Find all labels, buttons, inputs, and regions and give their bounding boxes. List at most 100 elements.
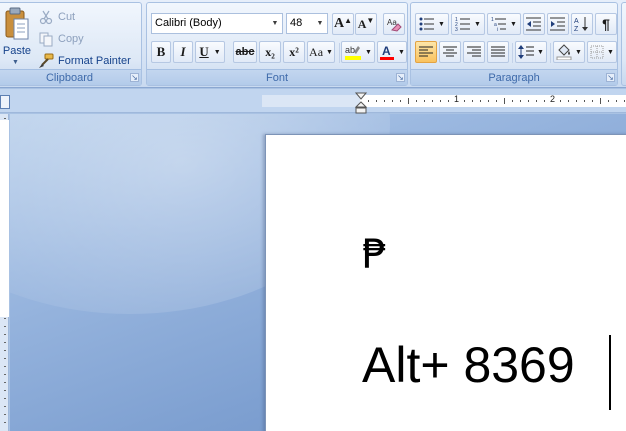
chevron-down-icon[interactable]: ▼ bbox=[214, 49, 221, 56]
align-center-icon bbox=[443, 46, 457, 57]
ruler-tick bbox=[4, 414, 6, 415]
font-group-label: Font bbox=[147, 69, 407, 85]
font-dialog-launcher-icon[interactable]: ↘ bbox=[396, 73, 405, 82]
grow-font-button[interactable]: A ▲ bbox=[332, 13, 354, 35]
decrease-indent-button[interactable] bbox=[523, 13, 545, 35]
copy-icon bbox=[39, 32, 53, 47]
clipboard-dialog-launcher-icon[interactable]: ↘ bbox=[130, 73, 139, 82]
strikethrough-icon: abc bbox=[235, 46, 255, 58]
change-case-icon: Aa bbox=[309, 44, 324, 59]
increase-indent-icon bbox=[550, 17, 565, 31]
line-spacing-button[interactable]: ▼ bbox=[515, 41, 547, 63]
svg-text:i: i bbox=[497, 27, 498, 31]
chevron-down-icon[interactable]: ▼ bbox=[268, 14, 282, 33]
chevron-down-icon[interactable]: ▼ bbox=[537, 49, 544, 56]
justify-icon bbox=[491, 46, 505, 57]
clear-formatting-button[interactable]: Aa bbox=[383, 13, 405, 35]
superscript-icon: x² bbox=[289, 44, 299, 59]
ruler-toggle-button[interactable] bbox=[0, 95, 10, 109]
format-painter-button[interactable]: Format Painter bbox=[38, 51, 131, 71]
ruler-tick bbox=[592, 100, 593, 102]
justify-button[interactable] bbox=[487, 41, 509, 63]
ruler-tick bbox=[480, 100, 481, 102]
paste-dropdown-arrow-icon[interactable]: ▼ bbox=[12, 59, 19, 66]
bold-button[interactable]: B bbox=[151, 41, 171, 63]
ribbon: Paste ▼ Cut Copy Format Painter Clipboar… bbox=[0, 0, 626, 88]
text-highlight-button[interactable]: ab ▼ bbox=[341, 41, 375, 63]
ruler-tick bbox=[440, 100, 441, 102]
chevron-down-icon[interactable]: ▼ bbox=[607, 49, 614, 56]
chevron-down-icon[interactable]: ▼ bbox=[326, 49, 333, 56]
superscript-button[interactable]: x² bbox=[283, 41, 305, 63]
indent-marker-icon[interactable] bbox=[355, 92, 367, 114]
align-left-button[interactable] bbox=[415, 41, 437, 63]
chevron-down-icon[interactable]: ▼ bbox=[510, 21, 517, 28]
underline-icon: U bbox=[199, 44, 209, 59]
paragraph-group-label: Paragraph bbox=[411, 69, 617, 85]
show-hide-marks-button[interactable]: ¶ bbox=[595, 13, 617, 35]
align-left-icon bbox=[419, 46, 433, 57]
ruler-tick bbox=[408, 98, 409, 104]
paste-icon bbox=[5, 7, 29, 40]
ruler-tick bbox=[560, 100, 561, 102]
ruler-tick bbox=[512, 100, 513, 102]
horizontal-ruler-bar: 1 1 2 bbox=[0, 89, 626, 114]
ruler-tick bbox=[4, 326, 6, 327]
font-name-combobox[interactable]: Calibri (Body) ▼ bbox=[151, 13, 283, 34]
shading-button[interactable]: ▼ bbox=[553, 41, 585, 63]
svg-text:ab: ab bbox=[345, 45, 355, 55]
increase-indent-button[interactable] bbox=[547, 13, 569, 35]
font-color-button[interactable]: A ▼ bbox=[377, 41, 407, 63]
numbering-button[interactable]: 1 2 3 ▼ bbox=[451, 13, 485, 35]
cut-button[interactable]: Cut bbox=[38, 7, 75, 27]
font-name-value: Calibri (Body) bbox=[155, 17, 222, 29]
paste-label: Paste bbox=[2, 45, 32, 57]
chevron-down-icon[interactable]: ▼ bbox=[438, 21, 445, 28]
ruler-tick bbox=[384, 100, 385, 102]
document-page[interactable]: ₱ Alt+ 8369 bbox=[265, 134, 626, 431]
align-center-button[interactable] bbox=[439, 41, 461, 63]
paragraph-dialog-launcher-icon[interactable]: ↘ bbox=[606, 73, 615, 82]
ruler-tick bbox=[448, 100, 449, 102]
italic-button[interactable]: I bbox=[173, 41, 193, 63]
paragraph-group: ▼ 1 2 3 ▼ 1 a i ▼ A Z ¶ ▼ ▼ ▼ Paragraph … bbox=[410, 2, 618, 86]
copy-label: Copy bbox=[58, 33, 84, 45]
underline-button[interactable]: U ▼ bbox=[195, 41, 225, 63]
bullets-button[interactable]: ▼ bbox=[415, 13, 449, 35]
strikethrough-button[interactable]: abc bbox=[233, 41, 257, 63]
ruler-tick bbox=[528, 100, 529, 102]
grow-font-icon: A bbox=[333, 16, 345, 31]
ruler-tick bbox=[4, 342, 6, 343]
font-color-swatch bbox=[380, 57, 395, 60]
sort-button[interactable]: A Z bbox=[571, 13, 593, 35]
subscript-button[interactable]: x₂ bbox=[259, 41, 281, 63]
highlighter-icon: ab bbox=[345, 45, 362, 60]
font-size-combobox[interactable]: 48 ▼ bbox=[286, 13, 328, 34]
decrease-indent-icon bbox=[526, 17, 541, 31]
ruler-tick bbox=[464, 100, 465, 102]
copy-button[interactable]: Copy bbox=[38, 29, 84, 49]
shrink-font-button[interactable]: A ▼ bbox=[355, 13, 377, 35]
align-right-button[interactable] bbox=[463, 41, 485, 63]
text-cursor bbox=[609, 335, 611, 410]
ruler-tick bbox=[4, 398, 6, 399]
ruler-tick bbox=[4, 318, 6, 319]
chevron-down-icon[interactable]: ▼ bbox=[575, 49, 582, 56]
chevron-down-icon[interactable]: ▼ bbox=[365, 49, 372, 56]
ruler-tick bbox=[4, 406, 6, 407]
paintbrush-icon bbox=[39, 53, 54, 68]
paste-button[interactable]: Paste ▼ bbox=[0, 5, 32, 69]
multilevel-list-button[interactable]: 1 a i ▼ bbox=[487, 13, 521, 35]
ruler-tick bbox=[520, 100, 521, 102]
svg-text:3: 3 bbox=[455, 27, 458, 31]
chevron-down-icon[interactable]: ▼ bbox=[474, 21, 481, 28]
numbered-list-icon: 1 2 3 bbox=[455, 17, 471, 31]
svg-text:Z: Z bbox=[574, 26, 579, 32]
chevron-down-icon[interactable]: ▼ bbox=[313, 14, 327, 33]
change-case-button[interactable]: Aa ▼ bbox=[307, 41, 335, 63]
ruler-tick bbox=[536, 100, 537, 102]
chevron-down-icon[interactable]: ▼ bbox=[398, 49, 405, 56]
borders-button[interactable]: ▼ bbox=[587, 41, 617, 63]
ruler-tick bbox=[544, 100, 545, 102]
format-painter-label: Format Painter bbox=[58, 55, 131, 67]
